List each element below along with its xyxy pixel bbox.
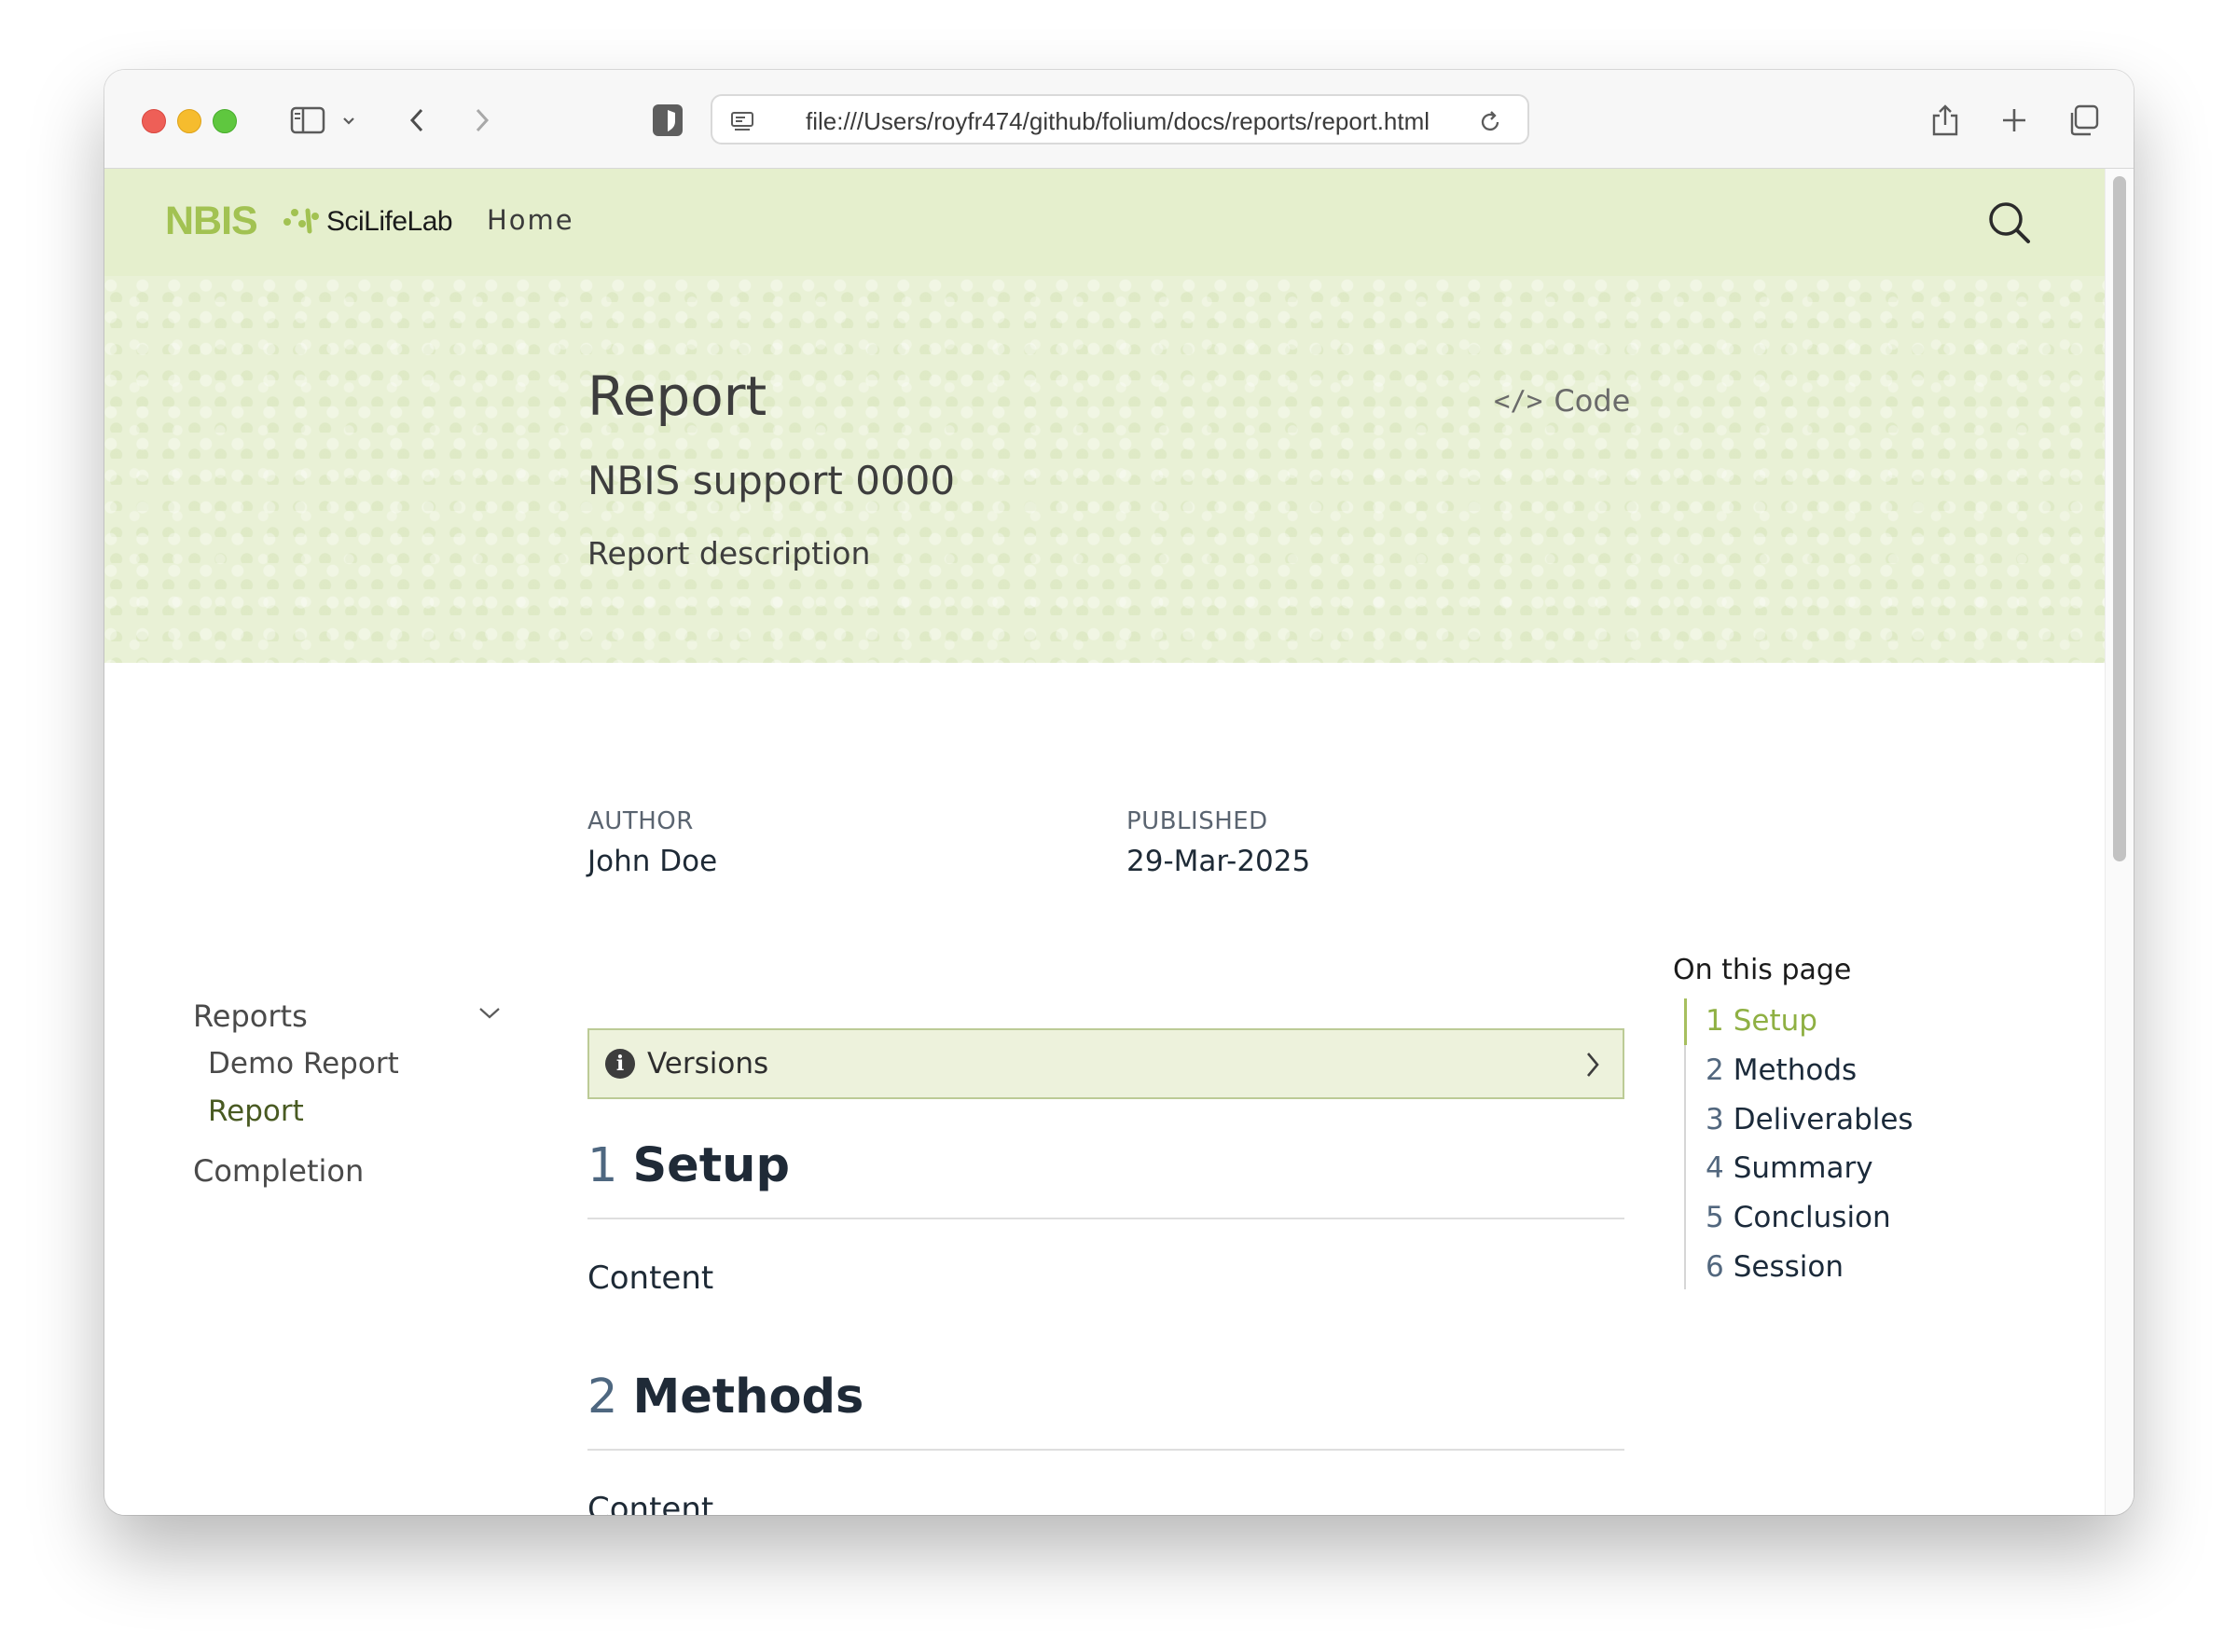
page-info-icon[interactable] [727,103,757,141]
shield-icon[interactable] [649,102,686,139]
section-content: Content [587,1260,714,1297]
toc-item-number: 4 [1706,1151,1724,1185]
published-label: PUBLISHED [1126,807,1268,835]
chevron-right-icon[interactable] [1583,1049,1602,1084]
toc-title: On this page [1673,954,1852,986]
scrollbar-track[interactable] [2105,169,2134,1515]
section-heading-methods: 2 Methods [587,1370,863,1425]
forward-arrow-icon[interactable] [468,102,496,139]
sidebar-item-report[interactable]: Report [208,1094,304,1128]
published-value: 29-Mar-2025 [1126,845,1311,878]
toc-item-label: Conclusion [1733,1201,1891,1234]
toc-item-summary[interactable]: 4 Summary [1706,1151,1873,1185]
back-arrow-icon[interactable] [403,102,431,139]
section-divider [587,1218,1624,1219]
toc-item-number: 5 [1706,1201,1724,1234]
section-content: Content [587,1491,714,1515]
chevron-down-icon[interactable] [338,102,360,139]
sidebar-section-reports[interactable]: Reports [193,998,308,1034]
toc-item-label: Deliverables [1733,1103,1913,1136]
scilifelab-logo-text: SciLifeLab [326,206,453,237]
toc-item-number: 6 [1706,1250,1724,1284]
section-heading-setup: 1 Setup [587,1138,790,1193]
toc-item-label: Session [1733,1250,1844,1284]
title-banner: Report NBIS support 0000 Report descript… [104,276,2106,663]
page-title: Report [587,365,767,428]
callout-title: Versions [647,1047,769,1081]
toc-active-marker [1684,998,1687,1045]
url-text[interactable]: file:///Users/royfr474/github/folium/doc… [806,107,1468,136]
toc-item-deliverables[interactable]: 3 Deliverables [1706,1103,1913,1136]
code-icon: </> [1494,385,1543,417]
web-page: NBIS SciLifeLab Home Report NBIS support… [104,169,2134,1515]
browser-toolbar: file:///Users/royfr474/github/folium/doc… [104,70,2134,169]
sidebar-item-demo-report[interactable]: Demo Report [208,1047,399,1081]
browser-window: file:///Users/royfr474/github/folium/doc… [104,70,2134,1515]
close-window-button[interactable] [142,109,166,133]
toc-item-number: 1 [1706,1004,1724,1038]
toc-item-setup[interactable]: 1 Setup [1706,1004,1817,1038]
section-divider [587,1449,1624,1451]
info-icon: i [605,1049,635,1079]
versions-callout[interactable]: i Versions [587,1028,1624,1099]
search-icon[interactable] [1986,200,2033,250]
sidebar-section-completion[interactable]: Completion [193,1153,364,1189]
toc-item-number: 2 [1706,1053,1724,1087]
chevron-down-icon[interactable] [477,1003,502,1026]
reload-icon[interactable] [1475,103,1505,141]
toc-item-label: Methods [1733,1053,1858,1087]
section-title: Methods [632,1370,864,1425]
toc-item-session[interactable]: 6 Session [1706,1250,1844,1284]
page-description: Report description [587,535,871,571]
scilifelab-mark-icon [283,208,319,234]
new-tab-icon[interactable] [1996,102,2033,139]
tab-overview-icon[interactable] [2065,102,2102,139]
page-subtitle: NBIS support 0000 [587,458,956,503]
toc-item-number: 3 [1706,1103,1724,1136]
author-value: John Doe [587,845,718,878]
code-tools-label: Code [1554,383,1631,419]
share-icon[interactable] [1927,102,1964,139]
section-number: 1 [587,1138,618,1193]
toc-item-label: Setup [1733,1004,1817,1038]
toc-item-methods[interactable]: 2 Methods [1706,1053,1857,1087]
toc-item-label: Summary [1733,1151,1873,1185]
section-title: Setup [632,1138,790,1193]
minimize-window-button[interactable] [177,109,201,133]
sidebar-toggle-icon[interactable] [287,102,328,139]
author-label: AUTHOR [587,807,694,835]
toc-item-conclusion[interactable]: 5 Conclusion [1706,1201,1891,1234]
site-navbar: NBIS SciLifeLab Home [104,169,2106,276]
nav-home-link[interactable]: Home [487,204,574,236]
nbis-logo[interactable]: NBIS [165,199,258,244]
scilifelab-logo[interactable]: SciLifeLab [282,199,453,245]
code-tools-button[interactable]: </> Code [1494,383,1630,419]
scrollbar-thumb[interactable] [2113,176,2126,861]
address-bar[interactable]: file:///Users/royfr474/github/folium/doc… [711,94,1529,145]
section-number: 2 [587,1370,618,1425]
zoom-window-button[interactable] [213,109,237,133]
